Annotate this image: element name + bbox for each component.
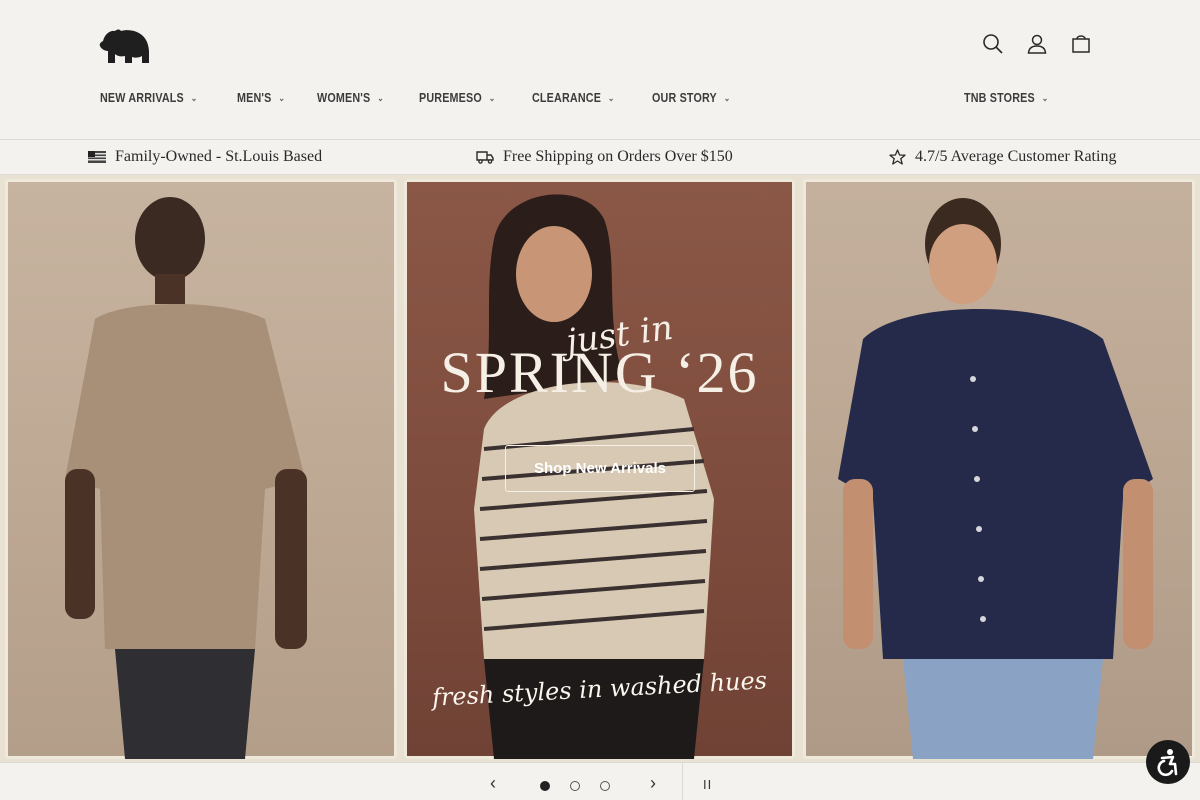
nav-label: OUR STORY <box>651 91 717 105</box>
flag-icon <box>88 151 106 163</box>
benefit-text: Family-Owned - St.Louis Based <box>115 148 323 165</box>
hero-title-block: just in SPRING ‘26 <box>404 308 795 406</box>
hero-image-left <box>5 179 397 759</box>
bear-logo[interactable] <box>99 27 151 65</box>
site-header: NEW ARRIVALS ⌄ MEN'S ⌄ WOMEN'S ⌄ PUREMESO ⌄ … <box>0 0 1200 139</box>
accessibility-widget-button[interactable] <box>1146 740 1190 784</box>
chevron-down-icon: ⌄ <box>190 92 198 103</box>
slide-dot-1[interactable] <box>540 781 550 791</box>
nav-our-story[interactable]: OUR STORY ⌄ <box>652 91 730 105</box>
nav-label: WOMEN'S <box>317 91 371 105</box>
header-icons <box>981 31 1093 57</box>
hero-image-right <box>803 179 1195 759</box>
main-nav: NEW ARRIVALS ⌄ MEN'S ⌄ WOMEN'S ⌄ PUREMESO ⌄ … <box>100 91 767 105</box>
chevron-down-icon: ⌄ <box>1041 92 1049 103</box>
nav-stores-wrapper: TNB STORES ⌄ <box>964 91 1086 105</box>
slide-dot-2[interactable] <box>570 781 580 791</box>
chevron-down-icon: ⌄ <box>607 92 615 103</box>
cart-icon[interactable] <box>1069 31 1093 57</box>
truck-icon <box>476 150 494 164</box>
benefit-rating: 4.7/5 Average Customer Rating <box>889 140 1116 174</box>
nav-label: TNB STORES <box>963 91 1035 105</box>
benefit-family-owned: Family-Owned - St.Louis Based <box>88 140 322 174</box>
chevron-down-icon: ⌄ <box>488 92 496 103</box>
chevron-down-icon: ⌄ <box>723 92 731 103</box>
benefit-text: 4.7/5 Average Customer Rating <box>915 148 1117 165</box>
account-icon[interactable] <box>1025 31 1049 57</box>
nav-label: MEN'S <box>237 91 272 105</box>
shop-new-arrivals-button[interactable]: Shop New Arrivals <box>505 445 695 492</box>
benefits-bar: Family-Owned - St.Louis Based Free Shipp… <box>0 139 1200 175</box>
nav-label: PUREMESO <box>418 91 482 105</box>
nav-label: NEW ARRIVALS <box>100 91 184 105</box>
star-icon <box>889 149 906 165</box>
pause-button[interactable]: II <box>703 777 712 792</box>
previous-slide-button[interactable]: ‹ <box>490 773 496 794</box>
slide-dot-3[interactable] <box>600 781 610 791</box>
nav-mens[interactable]: MEN'S ⌄ <box>237 91 285 105</box>
nav-clearance[interactable]: CLEARANCE ⌄ <box>532 91 615 105</box>
nav-womens[interactable]: WOMEN'S ⌄ <box>317 91 384 105</box>
benefit-text: Free Shipping on Orders Over $150 <box>503 148 733 165</box>
nav-label: CLEARANCE <box>531 91 601 105</box>
nav-puremeso[interactable]: PUREMESO ⌄ <box>419 91 495 105</box>
benefit-free-shipping: Free Shipping on Orders Over $150 <box>476 140 733 174</box>
chevron-down-icon: ⌄ <box>377 92 385 103</box>
nav-tnb-stores[interactable]: TNB STORES ⌄ <box>964 91 1048 105</box>
carousel-controls: ‹ › II <box>0 762 1200 800</box>
hero-banner[interactable]: just in SPRING ‘26 Shop New Arrivals fre… <box>0 175 1200 762</box>
controls-divider <box>682 763 683 800</box>
nav-new-arrivals[interactable]: NEW ARRIVALS ⌄ <box>100 91 197 105</box>
next-slide-button[interactable]: › <box>650 773 656 794</box>
chevron-down-icon: ⌄ <box>278 92 286 103</box>
accessibility-icon <box>1157 749 1178 777</box>
search-icon[interactable] <box>981 31 1005 57</box>
